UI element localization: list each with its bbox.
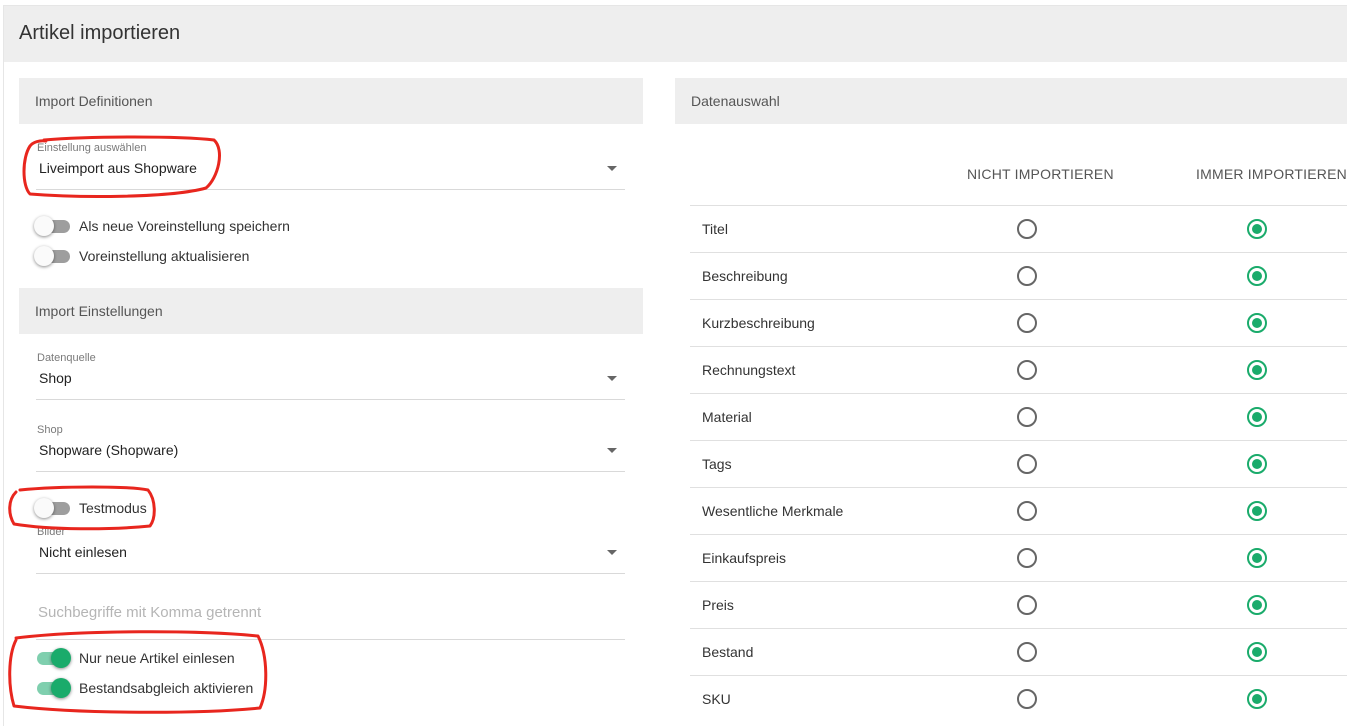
card-header: Artikel importieren [4,6,1347,62]
setting-select[interactable]: Einstellung auswählen Liveimport aus Sho… [36,142,625,190]
toggle-label: Als neue Voreinstellung speichern [79,218,290,234]
radio-always-import[interactable] [1247,407,1267,427]
images-select[interactable]: Bilder Nicht einlesen [36,526,625,574]
field-label: Shop [37,424,63,436]
table-row: Beschreibung [690,252,1347,299]
table-row: Einkaufspreis [690,534,1347,581]
row-label: SKU [702,691,731,707]
data-selection-header: Datenauswahl [675,78,1347,124]
caret-down-icon [607,550,617,555]
toggle-label: Voreinstellung aktualisieren [79,248,250,264]
radio-not-import[interactable] [1017,454,1037,474]
toggle-knob[interactable] [51,648,71,668]
field-label: Einstellung auswählen [37,142,147,154]
radio-always-import[interactable] [1247,501,1267,521]
caret-down-icon [607,448,617,453]
column-header-always-import: IMMER IMPORTIEREN [1196,166,1347,182]
field-label: Bilder [37,526,66,538]
radio-always-import[interactable] [1247,689,1267,709]
radio-not-import[interactable] [1017,266,1037,286]
toggle-label: Bestandsabgleich aktivieren [79,680,254,696]
row-label: Titel [702,221,728,237]
table-row: SKU [690,675,1347,722]
caret-down-icon [607,166,617,171]
search-terms-input[interactable] [36,604,625,621]
caret-down-icon [607,376,617,381]
column-header-not-import: NICHT IMPORTIEREN [967,166,1114,182]
row-label: Rechnungstext [702,362,796,378]
table-row: Bestand [690,628,1347,675]
toggle-knob[interactable] [34,216,54,236]
table-row: Rechnungstext [690,346,1347,393]
field-label: Datenquelle [37,352,96,364]
section-title: Datenauswahl [691,93,780,109]
radio-not-import[interactable] [1017,360,1037,380]
field-value: Shopware (Shopware) [39,442,179,458]
table-row: Kurzbeschreibung [690,299,1347,346]
search-terms-field[interactable] [36,600,625,640]
radio-always-import[interactable] [1247,313,1267,333]
shop-select[interactable]: Shop Shopware (Shopware) [36,424,625,472]
row-label: Kurzbeschreibung [702,315,815,331]
radio-always-import[interactable] [1247,595,1267,615]
table-row: Preis [690,581,1347,628]
section-title: Import Definitionen [35,93,153,109]
toggle-knob[interactable] [34,246,54,266]
row-label: Preis [702,597,734,613]
radio-not-import[interactable] [1017,313,1037,333]
radio-always-import[interactable] [1247,642,1267,662]
radio-always-import[interactable] [1247,454,1267,474]
import-definitions-header: Import Definitionen [19,78,643,124]
datasource-select[interactable]: Datenquelle Shop [36,352,625,400]
table-row: Material [690,393,1347,440]
radio-not-import[interactable] [1017,501,1037,521]
radio-not-import[interactable] [1017,219,1037,239]
row-label: Bestand [702,644,754,660]
radio-not-import[interactable] [1017,548,1037,568]
table-row: Wesentliche Merkmale [690,487,1347,534]
field-value: Shop [39,370,72,386]
radio-always-import[interactable] [1247,219,1267,239]
section-title: Import Einstellungen [35,303,163,319]
row-label: Beschreibung [702,268,788,284]
radio-not-import[interactable] [1017,689,1037,709]
page-title: Artikel importieren [19,22,181,44]
radio-not-import[interactable] [1017,595,1037,615]
field-value: Nicht einlesen [39,544,127,560]
radio-always-import[interactable] [1247,360,1267,380]
radio-always-import[interactable] [1247,548,1267,568]
row-label: Wesentliche Merkmale [702,503,844,519]
table-row: Tags [690,440,1347,487]
radio-always-import[interactable] [1247,266,1267,286]
table-row: Titel [690,205,1347,252]
row-label: Material [702,409,752,425]
row-label: Tags [702,456,732,472]
row-label: Einkaufspreis [702,550,787,566]
field-value: Liveimport aus Shopware [39,160,197,176]
toggle-label: Testmodus [79,500,147,516]
toggle-label: Nur neue Artikel einlesen [79,650,235,666]
import-settings-header: Import Einstellungen [19,288,643,334]
radio-not-import[interactable] [1017,642,1037,662]
radio-not-import[interactable] [1017,407,1037,427]
toggle-knob[interactable] [34,498,54,518]
toggle-knob[interactable] [51,678,71,698]
